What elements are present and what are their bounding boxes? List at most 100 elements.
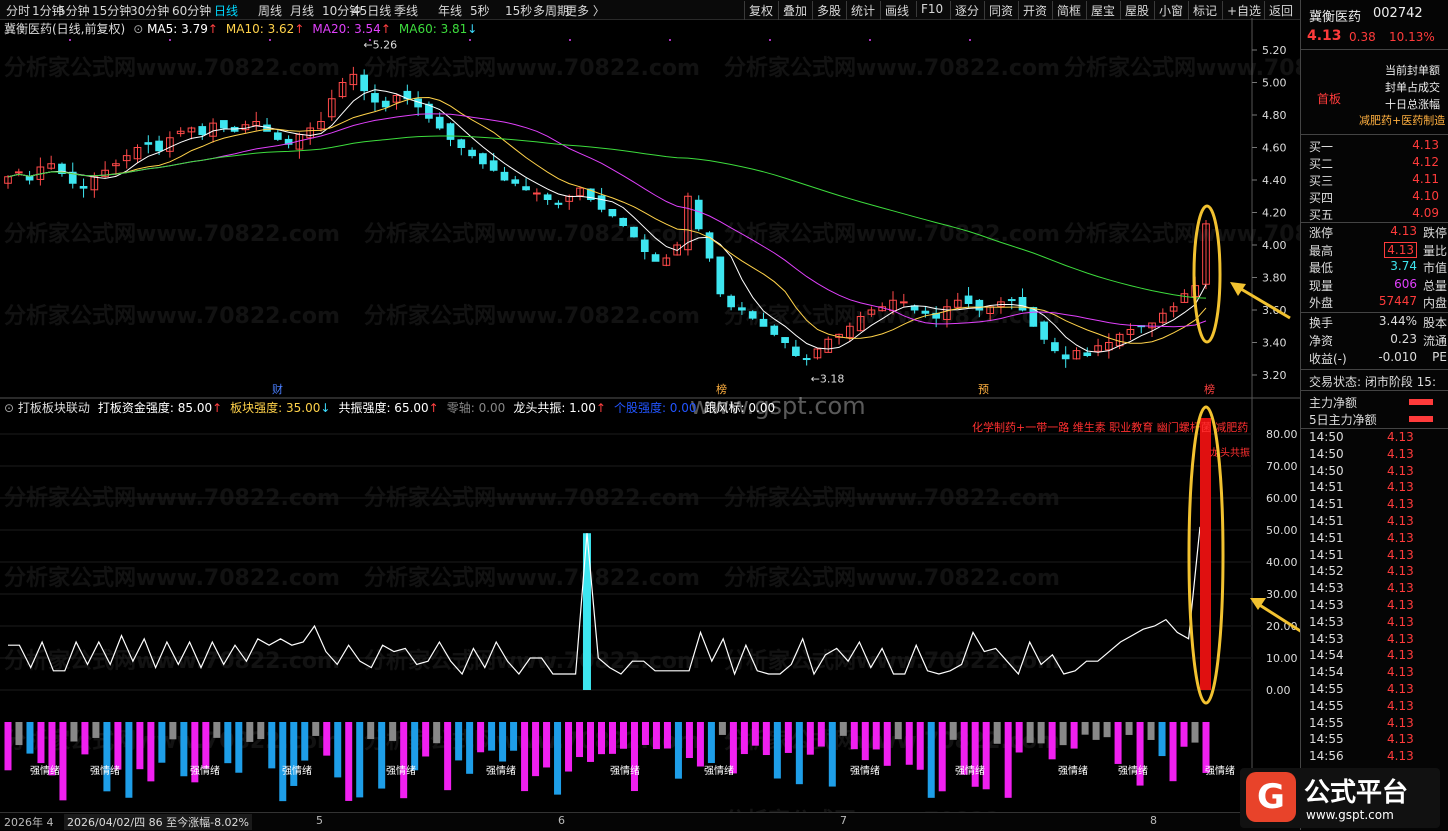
info-line-0: 当前封单额 xyxy=(1385,64,1440,77)
emotion-bar-27 xyxy=(301,722,309,761)
tick-time-12: 14:53 xyxy=(1309,631,1344,646)
divider-4 xyxy=(1301,312,1448,313)
period-tab-4[interactable]: 30分钟 xyxy=(130,2,169,19)
emotion-bar-41 xyxy=(455,722,463,761)
tick-price-4: 4.13 xyxy=(1387,497,1414,512)
emotion-label-8: 强情绪 xyxy=(850,764,880,777)
candle-body-42 xyxy=(457,139,466,149)
tick-row-12: 14:53 4.13 xyxy=(1309,632,1439,648)
tick-price-10: 4.13 xyxy=(1387,598,1414,612)
ma-legend: 冀衡医药(日线,前复权) ⊙ MA5: 3.79↑ MA10: 3.62↑ MA20:… xyxy=(4,20,485,36)
stat-key-2: 最低 xyxy=(1309,261,1334,275)
candle-body-47 xyxy=(511,179,520,184)
info-line-3: 减肥药+医药制造 xyxy=(1359,114,1446,127)
price-label-0: 5.20 xyxy=(1262,44,1287,57)
emotion-bar-0 xyxy=(4,722,12,771)
price-label-5: 4.20 xyxy=(1262,207,1287,220)
period-tab-10[interactable]: 45日线 xyxy=(352,2,391,19)
stat-key2-1: 量比 xyxy=(1422,243,1447,258)
order-row-0: 买一 4.13 xyxy=(1309,138,1447,155)
stock-pct: 10.13% xyxy=(1389,30,1435,44)
emotion-bar-18 xyxy=(202,722,210,769)
period-tab-14[interactable]: 15秒 xyxy=(505,2,532,19)
candle-body-55 xyxy=(597,195,606,210)
emotion-bar-62 xyxy=(685,722,693,759)
emotion-bar-2 xyxy=(26,722,34,754)
stat2-key-1: 净资 xyxy=(1309,334,1334,348)
tick-price-6: 4.13 xyxy=(1387,530,1414,545)
period-tab-15[interactable]: 多周期 xyxy=(533,2,569,19)
ma-label-3: MA60: 3.81↓ xyxy=(398,22,478,36)
price-label-10: 3.20 xyxy=(1262,369,1287,382)
toolbar-button-5[interactable]: F10 xyxy=(916,1,947,17)
tick-time-8: 14:52 xyxy=(1309,564,1344,579)
top-dot-8 xyxy=(869,39,871,41)
order-key-1: 买二 xyxy=(1309,157,1334,171)
tick-price-2: 4.13 xyxy=(1387,463,1414,478)
emotion-label-1: 强情绪 xyxy=(90,764,120,777)
period-tab-3[interactable]: 15分钟 xyxy=(92,2,131,19)
spike-bar xyxy=(582,533,591,690)
emotion-bar-35 xyxy=(389,722,397,741)
period-tab-12[interactable]: 年线 xyxy=(438,2,462,19)
ma-label-0: MA5: 3.79↑ xyxy=(147,22,218,36)
emotion-bar-100 xyxy=(1103,722,1111,738)
candle-body-57 xyxy=(619,217,628,227)
event-mark-0[interactable]: 财 xyxy=(272,382,283,396)
order-row-4: 买五 4.09 xyxy=(1309,206,1447,223)
stat2-val-1: 0.23 xyxy=(1390,332,1417,346)
stat2-row-0: 换手 3.44% 股本 xyxy=(1309,314,1447,331)
event-mark-3[interactable]: 榜 xyxy=(1204,382,1215,396)
stat-row-2: 最低 3.74 市值 xyxy=(1309,259,1447,276)
order-price-4: 4.09 xyxy=(1412,206,1439,220)
tick-time-11: 14:53 xyxy=(1309,614,1344,629)
candle-body-13 xyxy=(144,142,153,145)
period-tab-6[interactable]: 日线 xyxy=(214,2,238,19)
order-price-2: 4.11 xyxy=(1412,172,1439,186)
tick-time-6: 14:51 xyxy=(1309,530,1344,545)
tick-price-19: 4.13 xyxy=(1387,749,1414,764)
indicator-label-6: 跟风标: 0.00 xyxy=(704,401,776,415)
period-tab-7[interactable]: 周线 xyxy=(258,2,282,19)
period-tab-2[interactable]: 5分钟 xyxy=(58,2,90,19)
event-mark-2[interactable]: 预 xyxy=(978,383,989,396)
emotion-bar-85 xyxy=(938,722,946,792)
period-tab-8[interactable]: 月线 xyxy=(290,2,314,19)
emotion-bar-59 xyxy=(652,722,660,750)
emotion-bar-28 xyxy=(312,722,320,736)
ind-label-3: 50.00 xyxy=(1266,524,1298,537)
candle-body-35 xyxy=(381,100,390,108)
emotion-bar-51 xyxy=(565,722,573,772)
emotion-label-5: 强情绪 xyxy=(486,764,516,777)
order-row-3: 买四 4.10 xyxy=(1309,189,1447,206)
top-dot-0 xyxy=(69,39,71,41)
tick-price-13: 4.13 xyxy=(1387,648,1414,663)
tick-price-7: 4.13 xyxy=(1387,547,1414,562)
period-tab-5[interactable]: 60分钟 xyxy=(172,2,211,19)
stat-val-2: 3.74 xyxy=(1390,259,1417,273)
stat-val-1: 4.13 xyxy=(1384,241,1417,258)
stat2-row-1: 净资 0.23 流通 xyxy=(1309,332,1447,349)
emotion-bar-40 xyxy=(444,722,452,791)
top-dot-4 xyxy=(469,39,471,41)
ma-label-2: MA20: 3.54↑ xyxy=(312,22,391,36)
emotion-bar-13 xyxy=(147,722,155,782)
candle-body-66 xyxy=(716,256,725,295)
dragon-tag: 龙头共振 xyxy=(1210,446,1250,459)
settings-icon[interactable]: ⊙ xyxy=(133,22,147,36)
indicator-settings-icon[interactable]: ⊙ xyxy=(4,401,18,415)
period-tab-11[interactable]: 季线 xyxy=(394,2,418,19)
price-label-9: 3.40 xyxy=(1262,337,1287,350)
emotion-bar-64 xyxy=(707,722,715,764)
board-tag: 首板 xyxy=(1317,92,1342,106)
top-dot-7 xyxy=(769,39,771,41)
period-tab-16[interactable]: 更多 〉 xyxy=(565,2,605,19)
emotion-bar-36 xyxy=(400,722,408,799)
emotion-bar-6 xyxy=(70,722,78,742)
trade-status: 交易状态: 闭市阶段 15: xyxy=(1309,375,1436,389)
period-tab-0[interactable]: 分时 xyxy=(6,2,30,19)
order-price-3: 4.10 xyxy=(1412,189,1439,203)
period-tab-13[interactable]: 5秒 xyxy=(470,2,490,19)
watermark-2: 分析家公式网www.70822.com xyxy=(724,55,1060,81)
candle-body-70 xyxy=(759,318,768,327)
